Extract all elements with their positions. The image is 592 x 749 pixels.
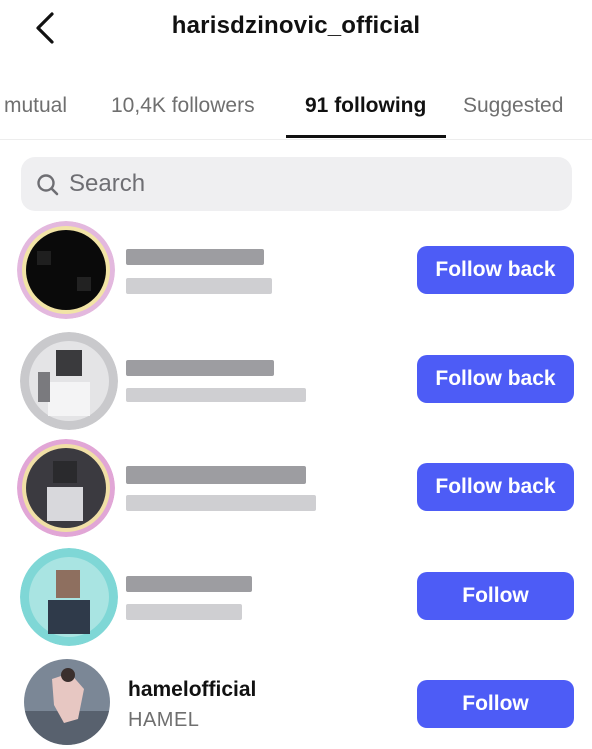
account-full-name: HAMEL <box>128 709 200 731</box>
redacted-name <box>126 495 316 511</box>
list-item[interactable]: Follow <box>0 544 592 652</box>
list-item[interactable]: Follow back <box>0 434 592 542</box>
follow-tabs: mutual 10,4K followers 91 following Sugg… <box>0 80 592 140</box>
tab-suggested[interactable]: Suggested <box>463 94 563 118</box>
follow-button[interactable]: Follow <box>417 572 574 620</box>
tab-followers[interactable]: 10,4K followers <box>111 94 255 118</box>
follow-back-button[interactable]: Follow back <box>417 463 574 511</box>
active-tab-indicator <box>286 135 446 138</box>
list-item[interactable]: Follow back <box>0 216 592 324</box>
avatar[interactable] <box>20 332 118 430</box>
redacted-username <box>126 249 264 265</box>
tab-following[interactable]: 91 following <box>305 94 426 118</box>
search-icon <box>37 174 59 196</box>
avatar[interactable] <box>17 221 115 319</box>
account-username[interactable]: hamelofficial <box>128 678 256 702</box>
profile-username-title: harisdzinovic_official <box>171 12 421 39</box>
follow-back-button[interactable]: Follow back <box>417 246 574 294</box>
redacted-username <box>126 466 306 484</box>
avatar[interactable] <box>20 548 118 646</box>
redacted-name <box>126 278 272 294</box>
tab-mutual[interactable]: mutual <box>4 94 67 118</box>
avatar[interactable] <box>24 659 110 745</box>
redacted-username <box>126 360 274 376</box>
avatar[interactable] <box>17 439 115 537</box>
redacted-username <box>126 576 252 592</box>
list-item[interactable]: hamelofficial HAMEL Follow <box>0 654 592 749</box>
search-bar[interactable] <box>21 157 572 211</box>
follow-button[interactable]: Follow <box>417 680 574 728</box>
follow-back-button[interactable]: Follow back <box>417 355 574 403</box>
redacted-name <box>126 604 242 620</box>
search-input[interactable] <box>69 157 559 211</box>
list-item[interactable]: Follow back <box>0 326 592 434</box>
redacted-name <box>126 388 306 402</box>
top-bar: harisdzinovic_official <box>0 0 592 60</box>
